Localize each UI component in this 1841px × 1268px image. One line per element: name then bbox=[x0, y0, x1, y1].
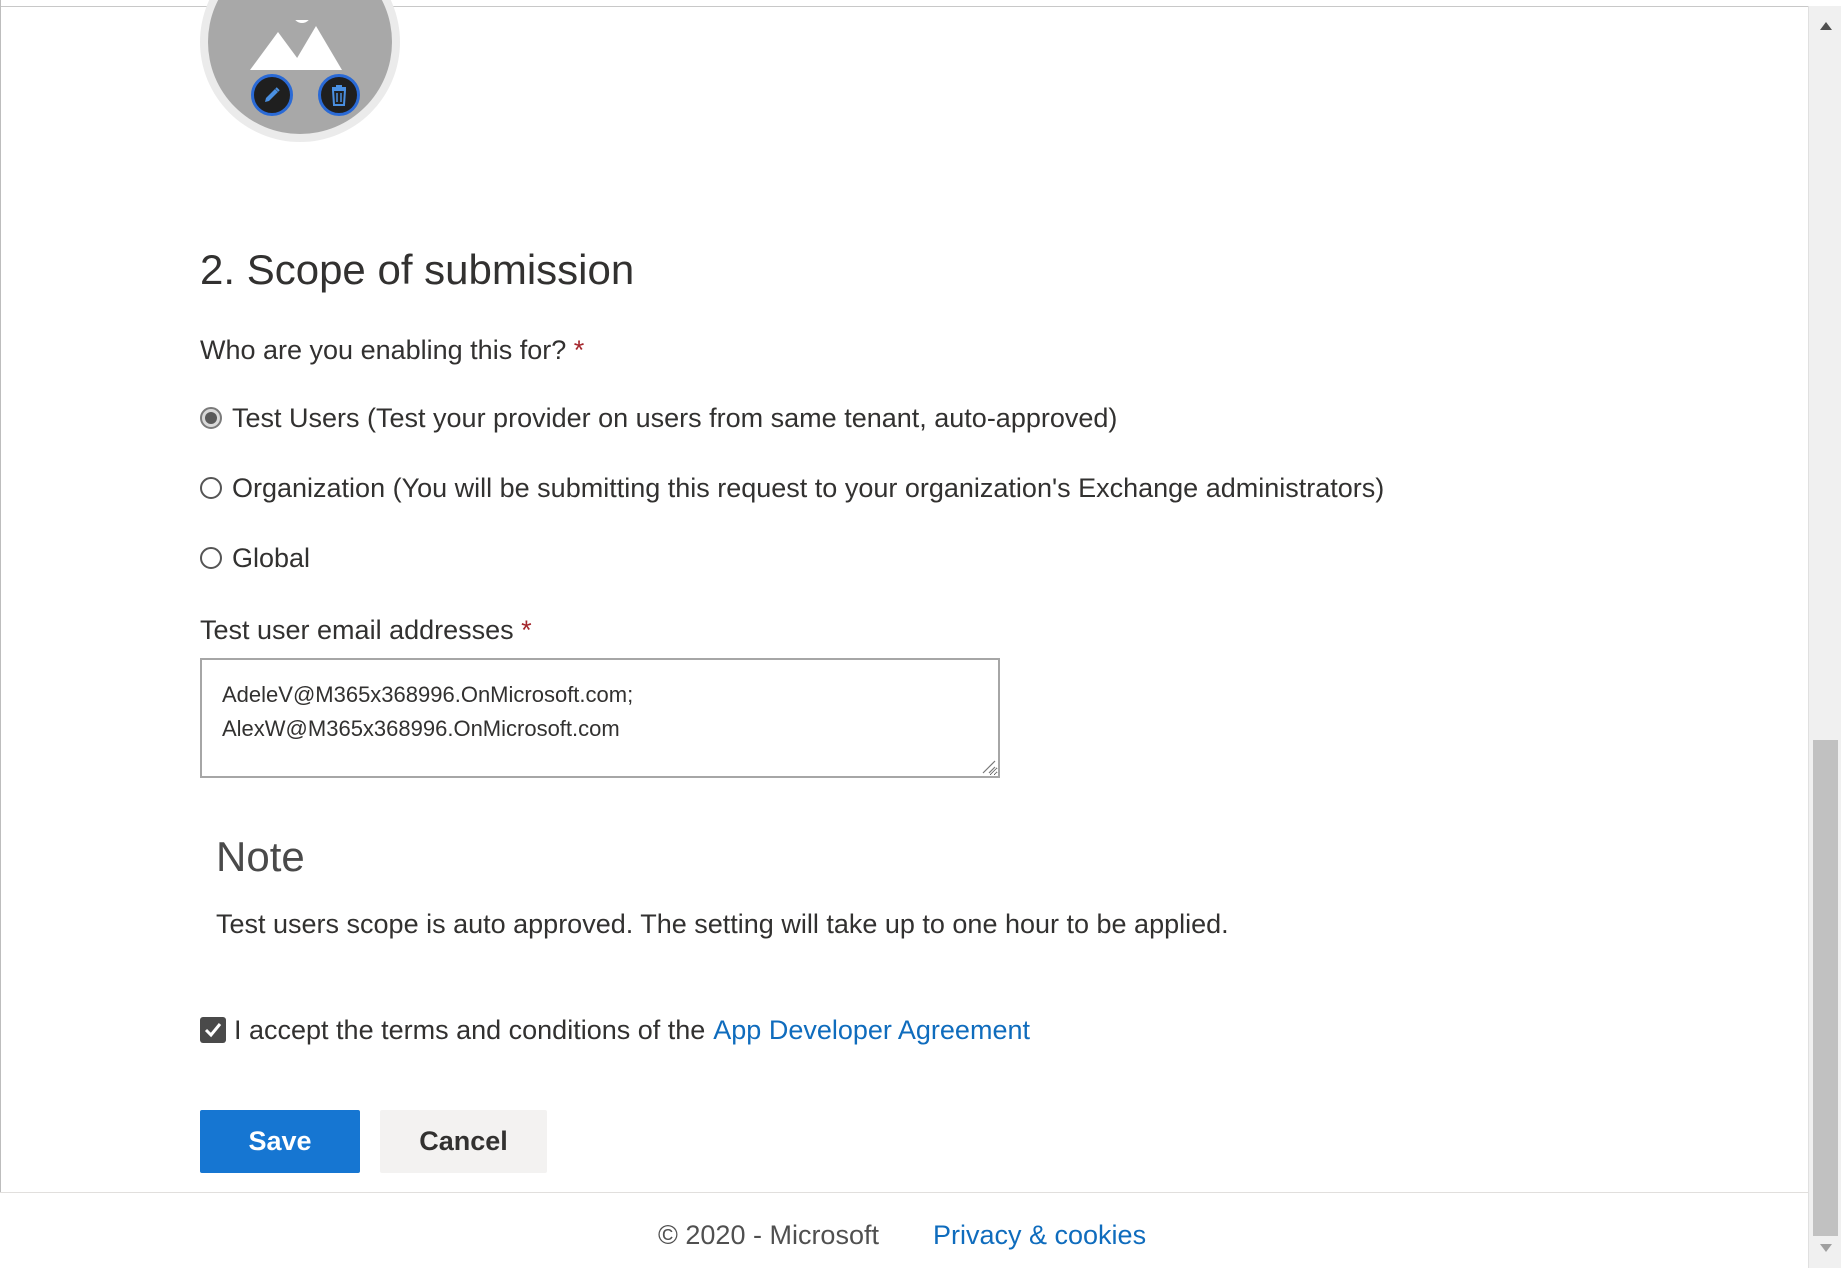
radio-organization[interactable]: Organization (You will be submitting thi… bbox=[200, 470, 1384, 506]
checkmark-icon bbox=[204, 1023, 222, 1038]
arrow-up-icon bbox=[1819, 22, 1832, 30]
required-marker: * bbox=[573, 335, 585, 365]
scope-question-label: Who are you enabling this for? * bbox=[200, 332, 584, 368]
footer: © 2020 - Microsoft Privacy & cookies bbox=[0, 1192, 1808, 1268]
image-placeholder-icon bbox=[250, 20, 342, 70]
radio-global[interactable]: Global bbox=[200, 540, 310, 576]
terms-text: I accept the terms and conditions of the bbox=[234, 1015, 706, 1045]
radio-label: Test Users (Test your provider on users … bbox=[232, 403, 1118, 433]
app-developer-agreement-link[interactable]: App Developer Agreement bbox=[713, 1012, 1030, 1048]
cancel-button[interactable]: Cancel bbox=[380, 1110, 547, 1173]
page-frame: 2. Scope of submission Who are you enabl… bbox=[0, 0, 1841, 1268]
arrow-down-icon bbox=[1819, 1244, 1832, 1252]
email-label-text: Test user email addresses bbox=[200, 615, 514, 645]
scope-question-text: Who are you enabling this for? bbox=[200, 335, 567, 365]
note-title: Note bbox=[216, 833, 305, 880]
app-icon-avatar bbox=[200, 0, 400, 142]
section-title: 2. Scope of submission bbox=[200, 246, 635, 293]
note-text: Test users scope is auto approved. The s… bbox=[216, 909, 1229, 939]
test-user-emails-textarea[interactable]: AdeleV@M365x368996.OnMicrosoft.com; Alex… bbox=[200, 658, 1000, 778]
radio-button-checked[interactable] bbox=[200, 407, 222, 429]
resize-grip-icon[interactable] bbox=[980, 758, 996, 774]
terms-agreement-row: I accept the terms and conditions of the… bbox=[200, 1012, 1030, 1048]
footer-copyright: © 2020 - Microsoft bbox=[658, 1220, 879, 1250]
save-button[interactable]: Save bbox=[200, 1110, 360, 1173]
privacy-cookies-link[interactable]: Privacy & cookies bbox=[933, 1217, 1146, 1253]
email-field-label: Test user email addresses * bbox=[200, 612, 532, 648]
scroll-down-button[interactable] bbox=[1809, 1228, 1841, 1268]
trash-icon bbox=[331, 85, 347, 106]
radio-test-users[interactable]: Test Users (Test your provider on users … bbox=[200, 400, 1117, 436]
email-line: AlexW@M365x368996.OnMicrosoft.com bbox=[222, 716, 620, 741]
scrollbar-thumb[interactable] bbox=[1813, 740, 1838, 1236]
radio-button[interactable] bbox=[200, 547, 222, 569]
main-content: 2. Scope of submission Who are you enabl… bbox=[0, 0, 1808, 1268]
avatar-image-area bbox=[208, 0, 392, 134]
radio-label: Organization (You will be submitting thi… bbox=[232, 473, 1385, 503]
required-marker: * bbox=[521, 615, 532, 645]
email-line: AdeleV@M365x368996.OnMicrosoft.com; bbox=[222, 682, 634, 707]
pencil-icon bbox=[265, 87, 280, 102]
edit-icon-button[interactable] bbox=[251, 74, 293, 116]
vertical-scrollbar[interactable] bbox=[1808, 6, 1841, 1268]
delete-icon-button[interactable] bbox=[318, 74, 360, 116]
radio-label: Global bbox=[232, 543, 311, 573]
radio-button[interactable] bbox=[200, 477, 222, 499]
terms-checkbox[interactable] bbox=[200, 1017, 226, 1043]
scroll-up-button[interactable] bbox=[1809, 6, 1841, 46]
